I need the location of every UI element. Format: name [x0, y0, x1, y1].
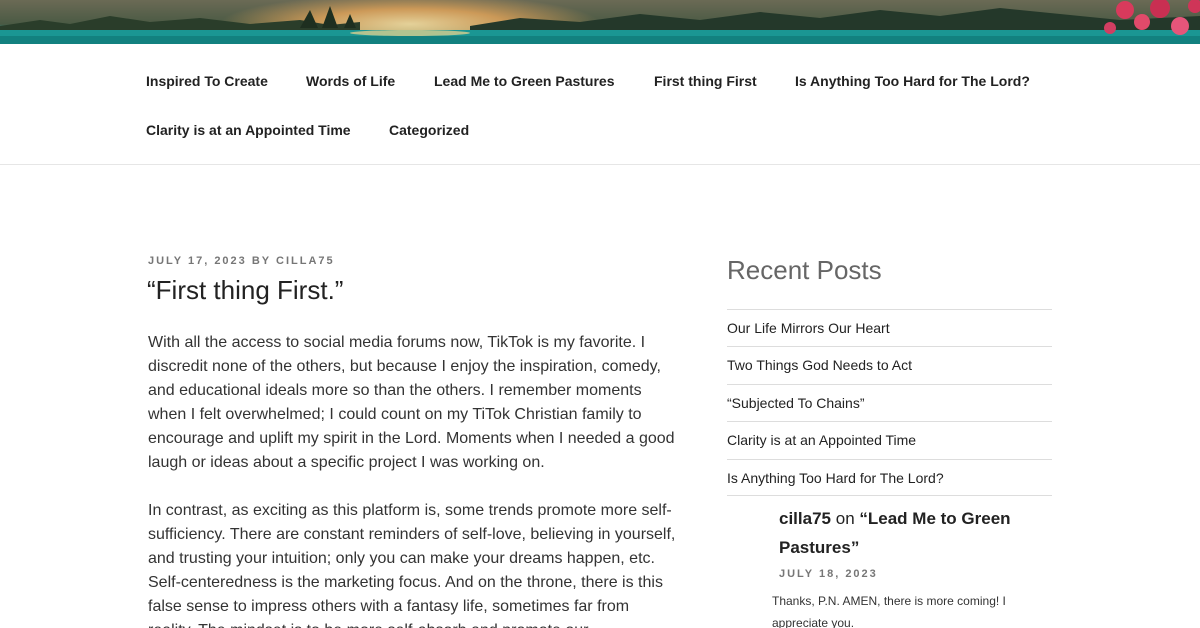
nav-item-clarity-appointed-time[interactable]: Clarity is at an Appointed Time: [146, 122, 351, 138]
list-item: Is Anything Too Hard for The Lord?: [727, 458, 1052, 496]
post-paragraph: With all the access to social media foru…: [148, 334, 675, 471]
list-item: Clarity is at an Appointed Time: [727, 421, 1052, 458]
nav-item-words-of-life[interactable]: Words of Life: [306, 73, 395, 89]
main-navigation: Inspired To Create Words of Life Lead Me…: [0, 44, 1200, 165]
comment-excerpt: Thanks, P.N. AMEN, there is more coming!…: [772, 594, 1006, 628]
recent-posts-title: Recent Posts: [727, 255, 882, 285]
post-date[interactable]: JULY 17, 2023: [148, 255, 247, 267]
post-author[interactable]: CILLA75: [276, 255, 335, 267]
list-item: Our Life Mirrors Our Heart: [727, 309, 1052, 346]
nav-item-is-anything-too-hard[interactable]: Is Anything Too Hard for The Lord?: [795, 73, 1030, 89]
recent-post-link[interactable]: Our Life Mirrors Our Heart: [727, 320, 890, 336]
recent-post-link[interactable]: “Subjected To Chains”: [727, 395, 864, 411]
comment-on-label: on: [835, 509, 855, 528]
post-paragraph: In contrast, as exciting as this platfor…: [148, 502, 676, 628]
nav-item-first-thing-first[interactable]: First thing First: [654, 73, 757, 89]
recent-post-link[interactable]: Is Anything Too Hard for The Lord?: [727, 470, 944, 486]
recent-comment-heading: cilla75 on “Lead Me to Green Pastures”: [779, 504, 1049, 562]
nav-item-lead-me-to-green-pastures[interactable]: Lead Me to Green Pastures: [434, 73, 615, 89]
post-meta: JULY 17, 2023 BY CILLA75: [148, 255, 335, 267]
comment-author-link[interactable]: cilla75: [779, 509, 831, 528]
list-item: “Subjected To Chains”: [727, 383, 1052, 421]
nav-item-inspired-to-create[interactable]: Inspired To Create: [146, 73, 268, 89]
post-by-label: BY: [251, 255, 271, 267]
recent-post-link[interactable]: Two Things God Needs to Act: [727, 357, 912, 373]
list-item: Two Things God Needs to Act: [727, 346, 1052, 383]
comment-date[interactable]: JULY 18, 2023: [779, 568, 878, 580]
nav-item-categorized[interactable]: Categorized: [389, 122, 469, 138]
recent-post-link[interactable]: Clarity is at an Appointed Time: [727, 432, 916, 448]
recent-posts-list: Our Life Mirrors Our Heart Two Things Go…: [727, 309, 1052, 496]
header-image: [0, 0, 1200, 44]
header-landscape: [0, 0, 1200, 44]
post-title: “First thing First.”: [147, 275, 344, 305]
